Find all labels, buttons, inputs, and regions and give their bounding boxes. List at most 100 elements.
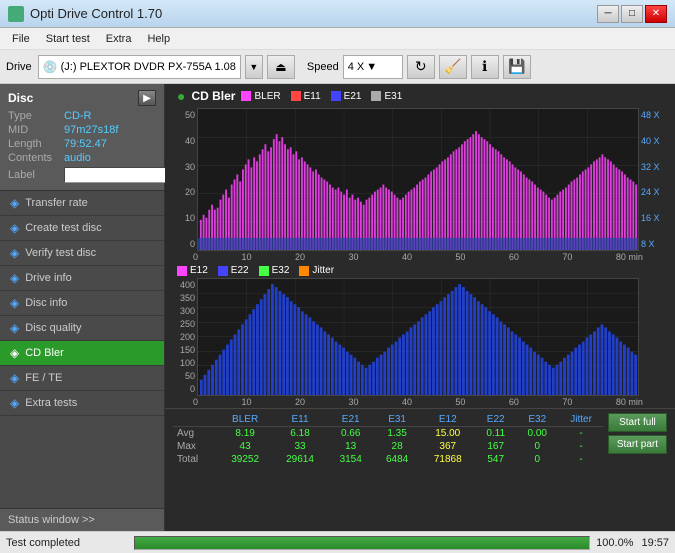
avg-e31: 1.35 [374, 427, 420, 441]
total-e21: 3154 [328, 453, 374, 466]
legend-e31-label: E31 [384, 91, 402, 102]
total-jitter: - [558, 453, 604, 466]
disc-length-row: Length 79:52.47 [8, 138, 156, 150]
legend-e12-color [177, 266, 187, 276]
toolbar: Drive 💿 (J:) PLEXTOR DVDR PX-755A 1.08 ▼… [0, 50, 675, 84]
chart2-area [197, 278, 639, 396]
max-jitter: - [558, 440, 604, 453]
sidebar-item-disc-info[interactable]: ◈ Disc info [0, 291, 164, 316]
sidebar-item-fe-te[interactable]: ◈ FE / TE [0, 366, 164, 391]
legend-e22-color [218, 266, 228, 276]
disc-contents-label: Contents [8, 152, 60, 164]
info-button[interactable]: ℹ [471, 55, 499, 79]
legend-e22: E22 [218, 265, 249, 276]
avg-bler: 8.19 [218, 427, 273, 441]
disc-label-label: Label [8, 169, 60, 181]
speed-dropdown-arrow: ▼ [366, 61, 377, 73]
status-text: Test completed [6, 537, 126, 549]
sidebar-item-disc-quality[interactable]: ◈ Disc quality [0, 316, 164, 341]
disc-mid-label: MID [8, 124, 60, 136]
total-e31: 6484 [374, 453, 420, 466]
speed-select[interactable]: 4 X ▼ [343, 55, 403, 79]
speed-value: 4 X [348, 61, 365, 73]
sidebar-item-drive-info[interactable]: ◈ Drive info [0, 266, 164, 291]
cd-bler-icon: ◈ [10, 346, 19, 360]
table-row-total: Total 39252 29614 3154 6484 71868 547 0 … [173, 453, 604, 466]
stats-layout: BLER E11 E21 E31 E12 E22 E32 Jitter Avg [173, 413, 667, 466]
minimize-button[interactable]: ─ [597, 5, 619, 23]
drive-select[interactable]: 💿 (J:) PLEXTOR DVDR PX-755A 1.08 [38, 55, 241, 79]
sidebar-item-verify-test-disc[interactable]: ◈ Verify test disc [0, 241, 164, 266]
menu-start-test[interactable]: Start test [38, 31, 98, 47]
stats-table: BLER E11 E21 E31 E12 E22 E32 Jitter Avg [173, 413, 604, 466]
sidebar-item-create-test-disc[interactable]: ◈ Create test disc [0, 216, 164, 241]
verify-test-disc-icon: ◈ [10, 246, 19, 260]
chart1-y-right: 48 X 40 X 32 X 24 X 16 X 8 X [639, 108, 671, 251]
chart1-svg [198, 109, 638, 250]
disc-quality-icon: ◈ [10, 321, 19, 335]
extra-tests-icon: ◈ [10, 396, 19, 410]
chart2-legend: E12 E22 E32 Jitter [177, 265, 671, 276]
drive-icon: 💿 [43, 60, 58, 74]
erase-button[interactable]: 🧹 [439, 55, 467, 79]
window-controls: ─ □ ✕ [597, 5, 667, 23]
row-label-total: Total [173, 453, 218, 466]
maximize-button[interactable]: □ [621, 5, 643, 23]
legend-e31-color [371, 91, 381, 101]
total-bler: 39252 [218, 453, 273, 466]
chart1-title: CD Bler [191, 89, 235, 103]
titlebar: Opti Drive Control 1.70 ─ □ ✕ [0, 0, 675, 28]
disc-type-label: Type [8, 110, 60, 122]
start-part-button[interactable]: Start part [608, 435, 667, 454]
legend-e11: E11 [291, 91, 321, 102]
menu-extra[interactable]: Extra [98, 31, 140, 47]
max-e12: 367 [420, 440, 475, 453]
chart1-area [197, 108, 639, 251]
close-button[interactable]: ✕ [645, 5, 667, 23]
disc-mid-value: 97m27s18f [64, 124, 118, 136]
chart1-x-axis: 0 10 20 30 40 50 60 70 80 min [165, 251, 643, 263]
status-window-label: Status window >> [8, 514, 95, 526]
sidebar-item-extra-tests[interactable]: ◈ Extra tests [0, 391, 164, 416]
eject-button[interactable]: ⏏ [267, 55, 295, 79]
start-full-button[interactable]: Start full [608, 413, 667, 432]
total-e32: 0 [516, 453, 558, 466]
disc-header: Disc ▶ [8, 90, 156, 106]
drive-dropdown-arrow[interactable]: ▼ [245, 55, 263, 79]
chart1-body: 50 40 30 20 10 0 [165, 106, 675, 251]
menu-help[interactable]: Help [139, 31, 178, 47]
legend-jitter-color [299, 266, 309, 276]
legend-e32-label: E32 [272, 265, 290, 276]
disc-mid-row: MID 97m27s18f [8, 124, 156, 136]
legend-e32-color [259, 266, 269, 276]
legend-bler: BLER [241, 91, 280, 102]
sidebar-item-transfer-rate[interactable]: ◈ Transfer rate [0, 191, 164, 216]
disc-nav-button[interactable]: ▶ [138, 90, 156, 106]
sidebar-item-label: Disc quality [25, 322, 81, 334]
legend-e21-color [331, 91, 341, 101]
refresh-button[interactable]: ↻ [407, 55, 435, 79]
max-bler: 43 [218, 440, 273, 453]
disc-type-value: CD-R [64, 110, 92, 122]
sidebar: Disc ▶ Type CD-R MID 97m27s18f Length 79… [0, 84, 165, 531]
main-layout: Disc ▶ Type CD-R MID 97m27s18f Length 79… [0, 84, 675, 531]
legend-e12: E12 [177, 265, 208, 276]
progress-bar [134, 536, 590, 550]
table-row-max: Max 43 33 13 28 367 167 0 - [173, 440, 604, 453]
app-icon [8, 6, 24, 22]
col-header-e21: E21 [328, 413, 374, 427]
disc-length-label: Length [8, 138, 60, 150]
fe-te-icon: ◈ [10, 371, 19, 385]
legend-e21: E21 [331, 91, 362, 102]
chart2-x-axis: 0 10 20 30 40 50 60 70 80 min [165, 396, 643, 408]
max-e22: 167 [475, 440, 516, 453]
max-e21: 13 [328, 440, 374, 453]
status-window-button[interactable]: Status window >> [0, 508, 164, 531]
progress-bar-fill [135, 537, 589, 549]
sidebar-item-cd-bler[interactable]: ◈ CD Bler [0, 341, 164, 366]
avg-e21: 0.66 [328, 427, 374, 441]
save-button[interactable]: 💾 [503, 55, 531, 79]
col-header-e31: E31 [374, 413, 420, 427]
menu-file[interactable]: File [4, 31, 38, 47]
content-area: ● CD Bler BLER E11 E21 [165, 84, 675, 531]
